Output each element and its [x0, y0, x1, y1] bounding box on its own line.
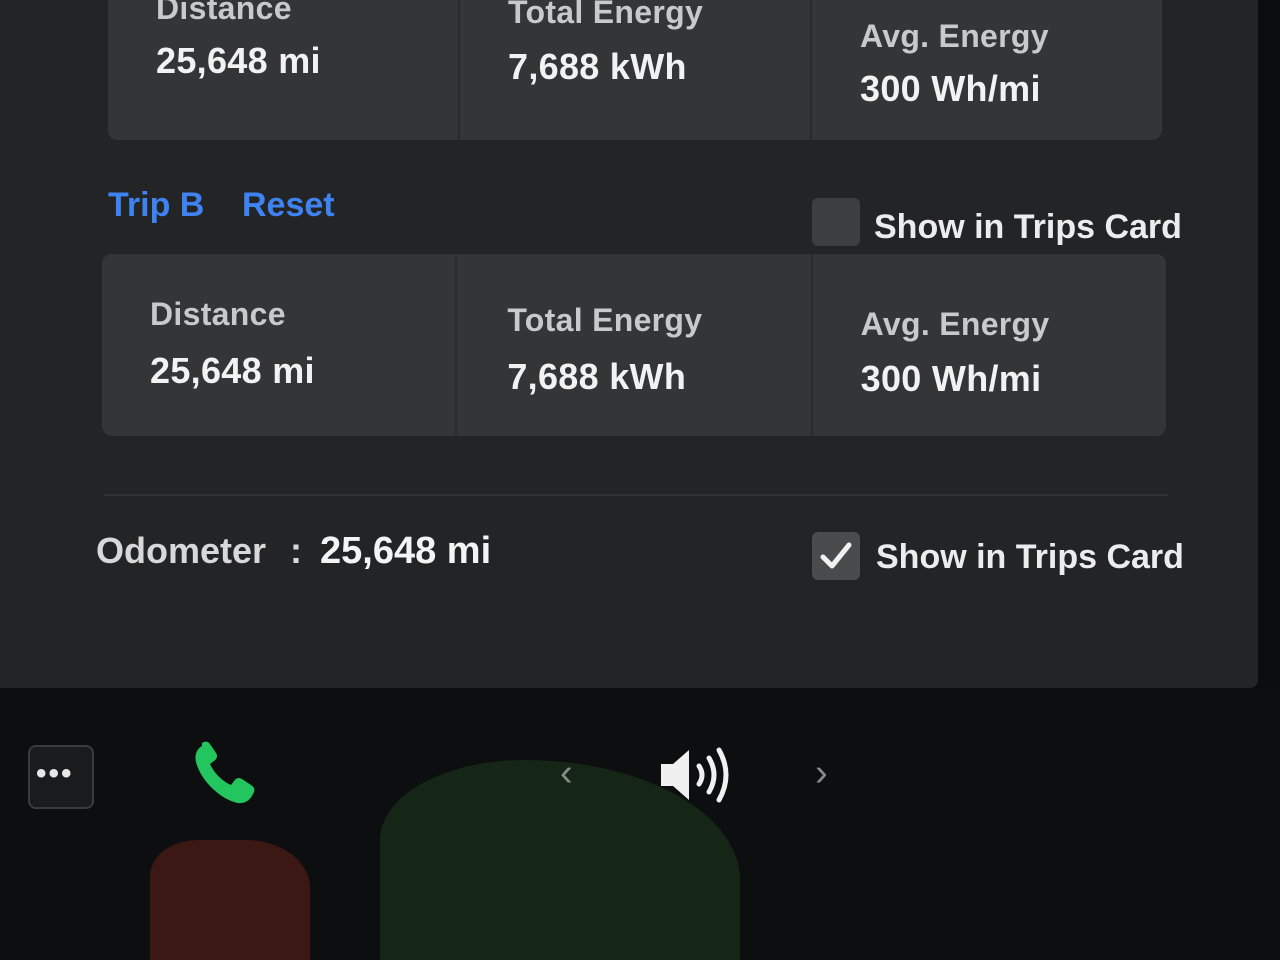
trip-a-energy-cell: Total Energy 7,688 kWh — [460, 0, 812, 140]
odometer-label: Odometer — [96, 530, 267, 571]
volume-down-button[interactable]: ‹ — [560, 752, 573, 795]
trips-settings-panel: Distance 25,648 mi Total Energy 7,688 kW… — [0, 0, 1258, 688]
odometer-show-in-trips-label[interactable]: Show in Trips Card — [876, 538, 1184, 577]
trip-a-distance-cell: Distance 25,648 mi — [108, 0, 460, 140]
volume-button[interactable] — [655, 740, 745, 810]
trip-b-distance-cell: Distance 25,648 mi — [102, 254, 458, 436]
phone-icon — [195, 741, 255, 804]
trip-b-card: Distance 25,648 mi Total Energy 7,688 kW… — [102, 254, 1166, 436]
trip-b-avg-value: 300 Wh/mi — [860, 358, 1042, 399]
odometer-show-in-trips-checkbox[interactable] — [812, 532, 860, 580]
trip-b-title: Trip B — [108, 186, 205, 224]
touchscreen: Distance 25,648 mi Total Energy 7,688 kW… — [0, 0, 1280, 960]
trip-b-show-in-trips-label[interactable]: Show in Trips Card — [874, 208, 1182, 247]
trip-b-distance-value: 25,648 mi — [150, 350, 315, 391]
trip-a-distance-label: Distance — [156, 0, 292, 26]
trip-b-show-in-trips-checkbox[interactable] — [812, 198, 860, 246]
trip-a-avg-value: 300 Wh/mi — [860, 68, 1041, 109]
trip-a-avg-cell: Avg. Energy 300 Wh/mi — [812, 0, 1162, 140]
volume-icon — [661, 747, 729, 803]
trip-a-energy-label: Total Energy — [508, 0, 704, 30]
more-apps-button[interactable]: ••• — [28, 745, 94, 809]
trip-a-card: Distance 25,648 mi Total Energy 7,688 kW… — [108, 0, 1162, 140]
trip-b-avg-label: Avg. Energy — [860, 306, 1050, 342]
trip-b-distance-label: Distance — [150, 296, 286, 332]
screen-reflection — [150, 840, 310, 960]
trip-b-energy-value: 7,688 kWh — [507, 356, 687, 397]
more-icon: ••• — [36, 757, 74, 790]
section-divider — [104, 494, 1168, 496]
trip-b-energy-cell: Total Energy 7,688 kWh — [457, 254, 813, 436]
trip-a-distance-value: 25,648 mi — [156, 40, 321, 81]
phone-button[interactable] — [188, 738, 264, 810]
odometer-separator: : — [290, 530, 302, 571]
trip-b-avg-cell: Avg. Energy 300 Wh/mi — [813, 254, 1166, 436]
checkmark-icon — [820, 542, 852, 569]
volume-up-button[interactable]: › — [815, 752, 828, 795]
odometer-value: 25,648 mi — [320, 530, 492, 572]
trip-a-energy-value: 7,688 kWh — [508, 46, 687, 87]
trip-b-reset-button[interactable]: Reset — [242, 186, 335, 225]
trip-a-avg-label: Avg. Energy — [860, 18, 1049, 54]
trip-b-energy-label: Total Energy — [507, 302, 703, 338]
